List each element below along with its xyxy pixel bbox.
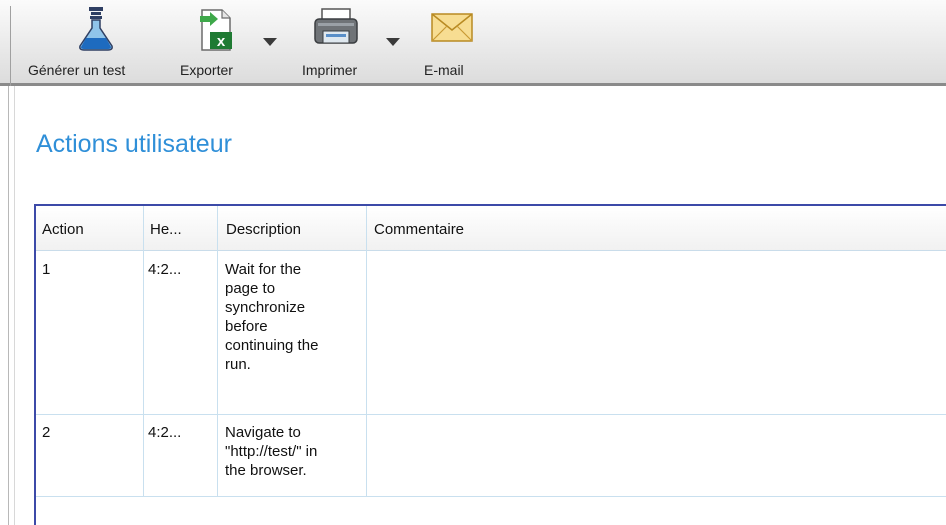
email-label: E-mail	[424, 62, 464, 78]
column-header-action[interactable]: Action	[42, 220, 84, 239]
toolbar-divider	[10, 6, 11, 86]
generate-test-button[interactable]: Générer un test	[26, 0, 176, 86]
column-header-description[interactable]: Description	[226, 220, 301, 239]
row-divider	[36, 414, 946, 415]
row-1-description: Wait for the page to synchronize before …	[225, 260, 365, 374]
generate-test-label: Générer un test	[28, 62, 126, 78]
export-dropdown-arrow[interactable]	[263, 38, 277, 46]
column-header-time[interactable]: He...	[150, 220, 182, 239]
email-button[interactable]: E-mail	[420, 0, 490, 86]
toolbar: Générer un test x Exporter Imprimer E-ma…	[0, 0, 946, 86]
row-1-description-line: Wait for the	[225, 261, 302, 278]
column-divider	[143, 206, 144, 496]
row-1-description-line: before	[225, 318, 268, 335]
row-2-description: Navigate to "http://test/" in the browse…	[225, 423, 365, 480]
column-header-comment[interactable]: Commentaire	[374, 220, 464, 239]
envelope-icon	[430, 10, 474, 49]
row-2-description-line: Navigate to	[225, 424, 301, 441]
column-divider	[217, 206, 218, 496]
print-dropdown-arrow[interactable]	[386, 38, 400, 46]
row-1-description-line: continuing the	[225, 337, 319, 354]
column-divider	[366, 206, 367, 496]
row-1-description-line: page to	[225, 280, 276, 297]
excel-export-icon: x	[196, 6, 240, 57]
row-2-description-line: "http://test/" in	[225, 443, 318, 460]
page-title: Actions utilisateur	[36, 130, 232, 158]
printer-icon	[312, 6, 360, 57]
row-2-action: 2	[42, 424, 51, 441]
row-divider	[36, 496, 946, 497]
row-1-description-line: synchronize	[225, 299, 306, 316]
table-header: Action He... Description Commentaire	[36, 206, 946, 251]
user-actions-table: Action He... Description Commentaire 1 4…	[34, 204, 946, 525]
export-label: Exporter	[180, 62, 233, 78]
row-2-time: 4:2...	[148, 424, 182, 441]
pane-border	[8, 86, 9, 525]
flask-test-icon	[76, 6, 120, 57]
row-2-description-line: the browser.	[225, 462, 307, 479]
export-button[interactable]: x Exporter	[178, 0, 288, 86]
pane-border-inner	[14, 86, 15, 525]
svg-text:x: x	[217, 33, 226, 50]
print-label: Imprimer	[302, 62, 358, 78]
row-1-action: 1	[42, 261, 51, 278]
row-1-description-line: run.	[225, 356, 251, 373]
print-button[interactable]: Imprimer	[300, 0, 412, 86]
row-1-time: 4:2...	[148, 261, 182, 278]
